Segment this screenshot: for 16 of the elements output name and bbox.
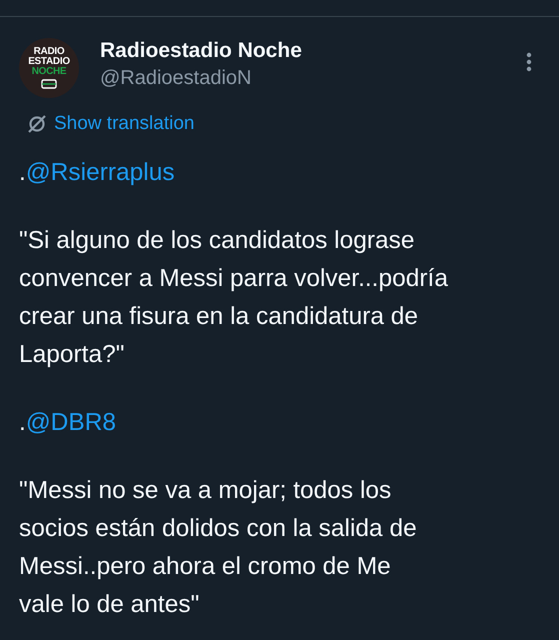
logo-text: NOCHE [32,67,66,77]
logo-text: ESTADIO [28,57,70,67]
translate-icon [27,114,47,134]
mention-link[interactable]: @DBR8 [26,409,116,436]
mention-line: .@Rsierraplus [19,158,176,188]
author-name[interactable]: Radioestadio Noche [100,38,526,64]
quote-text: "Messi no se va a mojar; todos los socios están dolidos con la salida de Messi..pero ahora el cromo de Me vale lo de antes" [19,476,418,620]
mention-link[interactable]: @Rsierraplus [26,159,175,186]
avatar[interactable]: RADIO ESTADIO NOCHE [19,38,79,98]
logo-text: RADIO [34,47,64,57]
quote-text: "Si alguno de los candidatos lograse convencer a Messi parra volver...podría crear una fisura en la candidatura de Laporta?" [19,226,449,370]
stadium-icon [41,79,57,89]
mention-line: .@DBR8 [19,408,118,438]
more-options-icon[interactable] [526,52,532,72]
author-handle[interactable]: @RadioestadioN [100,64,526,92]
show-translation-link[interactable]: Show translation [54,112,194,136]
